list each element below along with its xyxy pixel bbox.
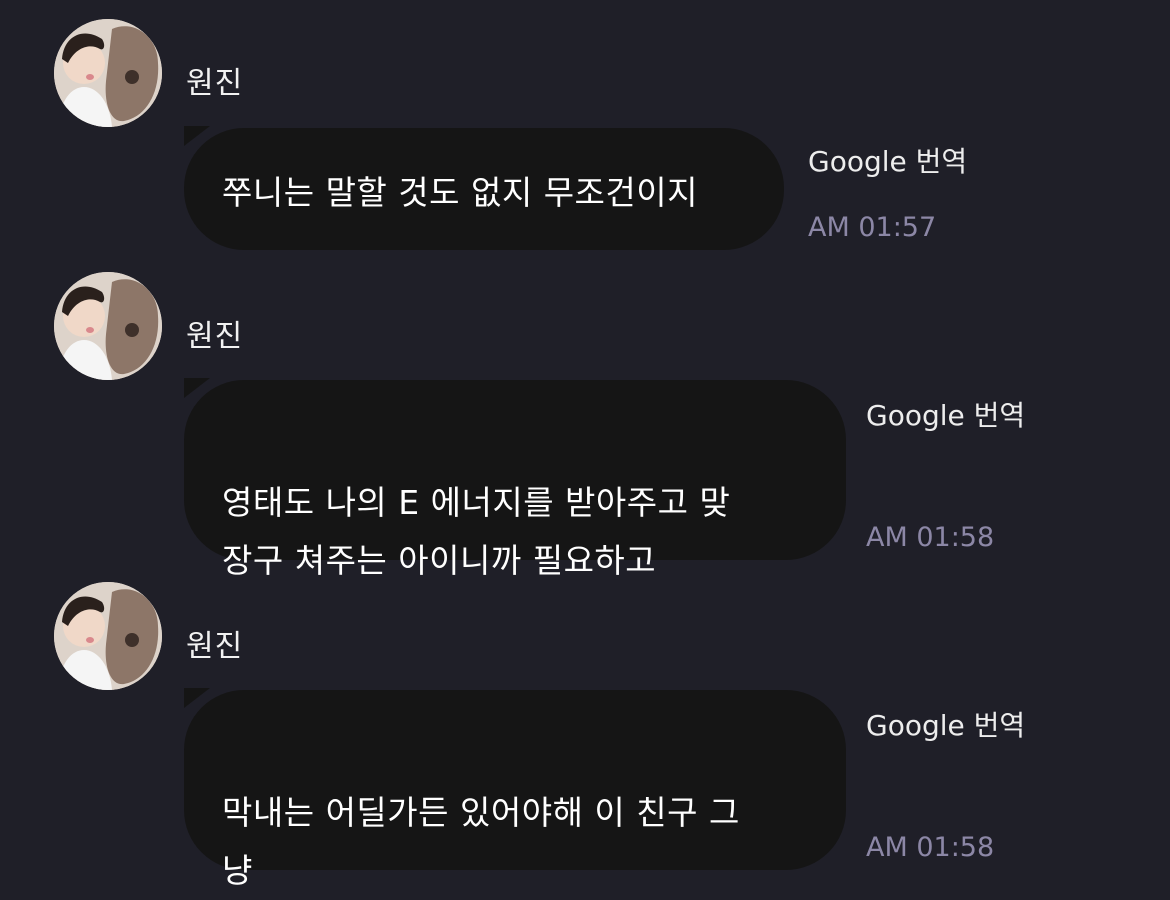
message-item: 원진 막내는 어딜가든 있어야해 이 친구 그 냥 Google 번역 AM 0… — [0, 0, 1170, 890]
avatar[interactable] — [54, 582, 162, 690]
sender-name: 원진 — [186, 629, 244, 664]
google-translate-link[interactable]: Google 번역 — [866, 704, 1025, 744]
message-bubble[interactable]: 막내는 어딜가든 있어야해 이 친구 그 냥 — [184, 690, 846, 890]
message-time: AM 01:58 — [866, 832, 995, 863]
chat-screen: { "messages": [ { "sender": "원진", "text"… — [0, 0, 1170, 890]
message-text: 막내는 어딜가든 있어야해 이 친구 그 냥 — [222, 793, 740, 890]
